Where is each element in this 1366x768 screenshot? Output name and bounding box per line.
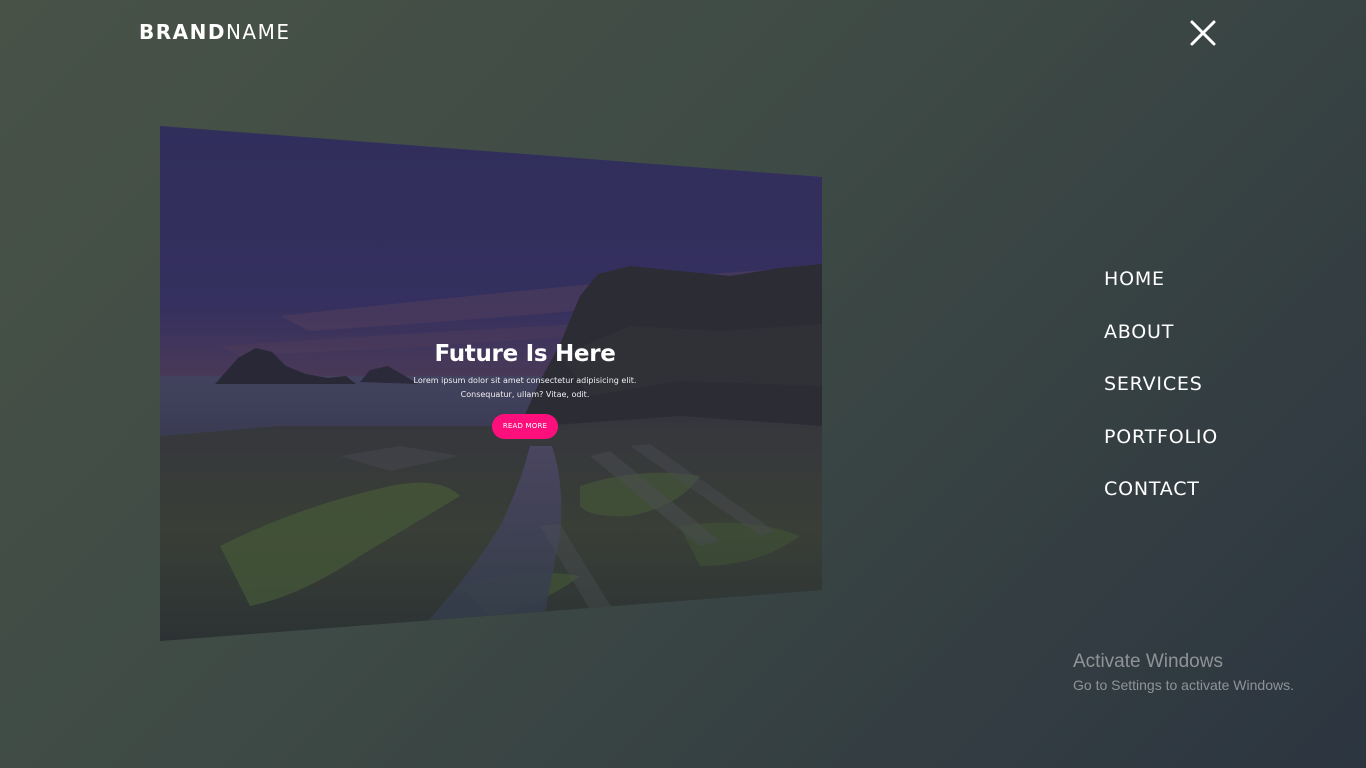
brand-logo-light: NAME <box>225 20 291 44</box>
nav-item-contact[interactable]: CONTACT <box>1104 472 1218 525</box>
hero-description-line2: Consequatur, ullam? Vitae, odit. <box>460 390 590 399</box>
nav-item-about[interactable]: ABOUT <box>1104 315 1218 368</box>
nav-item-home[interactable]: HOME <box>1104 262 1218 315</box>
close-menu-button[interactable] <box>1186 16 1220 50</box>
watermark-title: Activate Windows <box>1073 651 1223 672</box>
hero-title: Future Is Here <box>434 341 616 367</box>
nav-item-services[interactable]: SERVICES <box>1104 367 1218 420</box>
close-icon <box>1190 20 1216 46</box>
read-more-button[interactable]: READ MORE <box>491 414 559 439</box>
brand-logo-bold: BRAND <box>139 20 226 44</box>
hero-description: Lorem ipsum dolor sit amet consectetur a… <box>410 374 640 402</box>
hero-description-line1: Lorem ipsum dolor sit amet consectetur a… <box>413 376 637 385</box>
watermark-subtitle: Go to Settings to activate Windows. <box>1073 677 1294 693</box>
main-nav: HOME ABOUT SERVICES PORTFOLIO CONTACT <box>1104 262 1218 525</box>
activate-windows-watermark: Activate Windows Go to Settings to activ… <box>1073 650 1294 696</box>
nav-item-portfolio[interactable]: PORTFOLIO <box>1104 420 1218 473</box>
brand-logo[interactable]: BRANDNAME <box>139 18 291 46</box>
hero-content: Future Is Here Lorem ipsum dolor sit ame… <box>410 338 640 439</box>
